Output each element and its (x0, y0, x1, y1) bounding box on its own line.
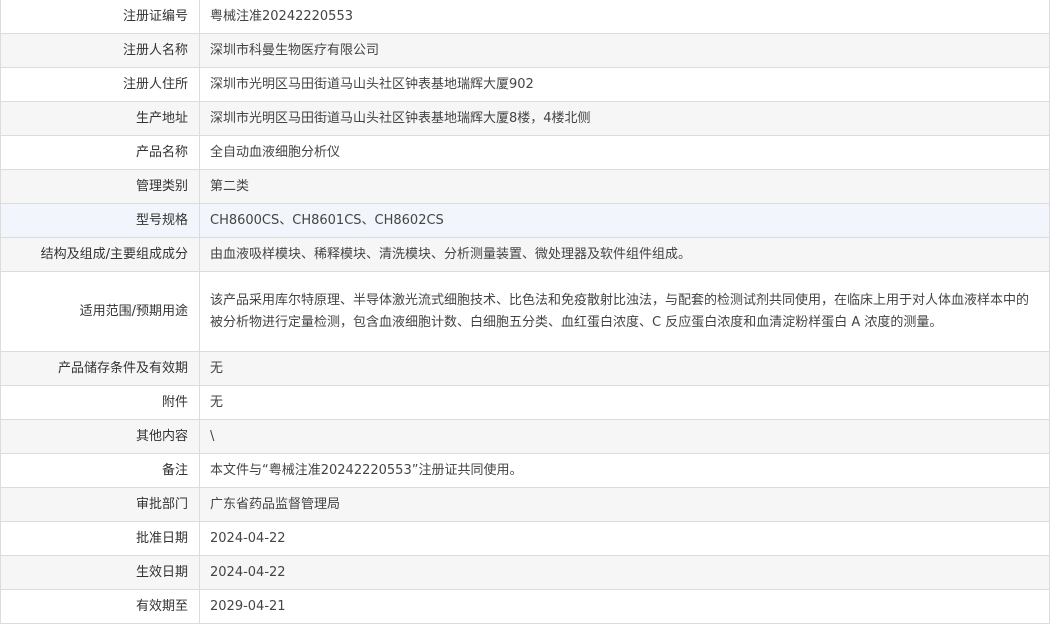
field-value: 广东省药品监督管理局 (199, 487, 1050, 522)
field-value: 本文件与“粤械注准20242220553”注册证共同使用。 (199, 453, 1050, 488)
table-row-other-content: 其他内容 \ (0, 419, 1050, 454)
page-margin (1050, 0, 1061, 624)
field-label: 注册人名称 (0, 33, 200, 68)
field-value: 无 (199, 385, 1050, 420)
field-label: 生效日期 (0, 555, 200, 590)
field-value: 深圳市科曼生物医疗有限公司 (199, 33, 1050, 68)
field-value: CH8600CS、CH8601CS、CH8602CS (199, 203, 1050, 238)
field-value: 粤械注准20242220553 (199, 0, 1050, 34)
field-value: 全自动血液细胞分析仪 (199, 135, 1050, 170)
field-label: 管理类别 (0, 169, 200, 204)
table-row-registrant-address: 注册人住所 深圳市光明区马田街道马山头社区钟表基地瑞辉大厦902 (0, 67, 1050, 102)
table-row-production-address: 生产地址 深圳市光明区马田街道马山头社区钟表基地瑞辉大厦8楼，4楼北侧 (0, 101, 1050, 136)
table-row-management-category: 管理类别 第二类 (0, 169, 1050, 204)
table-row-attachment: 附件 无 (0, 385, 1050, 420)
table-row-registration-number: 注册证编号 粤械注准20242220553 (0, 0, 1050, 34)
table-row-effective-date: 生效日期 2024-04-22 (0, 555, 1050, 590)
table-row-expiry-date: 有效期至 2029-04-21 (0, 589, 1050, 624)
field-value: \ (199, 419, 1050, 454)
field-label: 适用范围/预期用途 (0, 271, 200, 352)
field-label: 其他内容 (0, 419, 200, 454)
field-label: 有效期至 (0, 589, 200, 624)
table-row-approval-date: 批准日期 2024-04-22 (0, 521, 1050, 556)
table-row-registrant-name: 注册人名称 深圳市科曼生物医疗有限公司 (0, 33, 1050, 68)
table-row-intended-use: 适用范围/预期用途 该产品采用库尔特原理、半导体激光流式细胞技术、比色法和免疫散… (0, 271, 1050, 352)
field-value: 该产品采用库尔特原理、半导体激光流式细胞技术、比色法和免疫散射比浊法，与配套的检… (199, 271, 1050, 352)
field-label: 注册证编号 (0, 0, 200, 34)
field-label: 备注 (0, 453, 200, 488)
field-label: 生产地址 (0, 101, 200, 136)
field-value: 深圳市光明区马田街道马山头社区钟表基地瑞辉大厦8楼，4楼北侧 (199, 101, 1050, 136)
field-value: 2024-04-22 (199, 521, 1050, 556)
field-label: 附件 (0, 385, 200, 420)
field-value: 2029-04-21 (199, 589, 1050, 624)
field-label: 产品储存条件及有效期 (0, 351, 200, 386)
field-label: 批准日期 (0, 521, 200, 556)
table-row-storage-validity: 产品储存条件及有效期 无 (0, 351, 1050, 386)
field-label: 产品名称 (0, 135, 200, 170)
field-label: 结构及组成/主要组成成分 (0, 237, 200, 272)
table-row-product-name: 产品名称 全自动血液细胞分析仪 (0, 135, 1050, 170)
field-label: 型号规格 (0, 203, 200, 238)
field-label: 注册人住所 (0, 67, 200, 102)
table-row-structure-composition: 结构及组成/主要组成成分 由血液吸样模块、稀释模块、清洗模块、分析测量装置、微处… (0, 237, 1050, 272)
registration-detail-table: 注册证编号 粤械注准20242220553 注册人名称 深圳市科曼生物医疗有限公… (0, 0, 1050, 624)
field-label: 审批部门 (0, 487, 200, 522)
field-value: 第二类 (199, 169, 1050, 204)
table-row-approval-department: 审批部门 广东省药品监督管理局 (0, 487, 1050, 522)
field-value: 2024-04-22 (199, 555, 1050, 590)
field-value: 无 (199, 351, 1050, 386)
field-value: 深圳市光明区马田街道马山头社区钟表基地瑞辉大厦902 (199, 67, 1050, 102)
field-value: 由血液吸样模块、稀释模块、清洗模块、分析测量装置、微处理器及软件组件组成。 (199, 237, 1050, 272)
table-row-remarks: 备注 本文件与“粤械注准20242220553”注册证共同使用。 (0, 453, 1050, 488)
table-row-model-spec: 型号规格 CH8600CS、CH8601CS、CH8602CS (0, 203, 1050, 238)
